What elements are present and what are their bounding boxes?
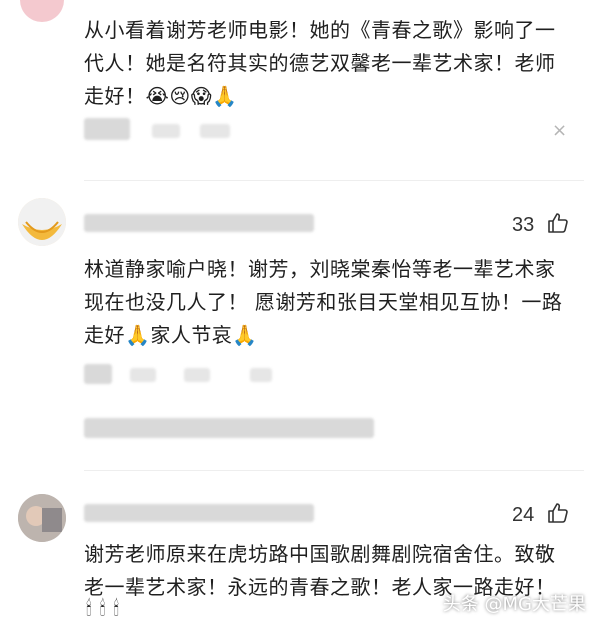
divider <box>84 180 584 181</box>
blurred-meta <box>250 368 272 382</box>
blurred-username <box>84 504 314 522</box>
close-icon[interactable]: × <box>552 120 567 141</box>
candle-emoji-icon: 🕯 <box>86 596 92 620</box>
blurred-username <box>84 214 314 232</box>
avatar[interactable] <box>18 198 66 246</box>
like-count: 33 <box>512 214 535 236</box>
comment-text: 林道静家喻户晓！谢芳，刘晓棠秦怡等老一辈艺术家 现在也没几人了！ 愿谢芳和张目天… <box>84 257 563 347</box>
thumb-up-icon[interactable] <box>546 501 570 525</box>
blurred-meta <box>152 124 180 138</box>
emoji-icon: 🙏 <box>212 84 238 108</box>
avatar[interactable] <box>20 0 64 22</box>
emoji-icon: 😢 <box>169 84 191 108</box>
emoji-icon: 😭 <box>145 84 170 108</box>
divider <box>84 470 584 471</box>
avatar[interactable] <box>18 494 66 542</box>
blurred-meta <box>130 368 156 382</box>
candle-emoji-icon: 🕯 <box>99 596 106 620</box>
like-count: 24 <box>512 504 535 526</box>
candle-emoji-icon: 🕯 <box>113 596 120 620</box>
candle-emoji-row: 🕯 🕯 🕯 <box>86 598 119 619</box>
thumb-up-icon[interactable] <box>546 211 570 235</box>
pray-emoji-icon: 🙏 <box>232 323 258 347</box>
blurred-meta <box>84 418 374 438</box>
pray-emoji-icon: 🙏 <box>125 323 151 347</box>
blurred-meta <box>184 368 210 382</box>
blurred-meta <box>84 364 112 384</box>
comment-text: 从小看着谢芳老师电影！她的《青春之歌》影响了一 代人！她是名符其实的德艺双馨老一… <box>84 18 556 108</box>
avatar-photo-icon <box>18 494 66 542</box>
watermark: 头条 @MG大芒果 <box>442 594 586 615</box>
smile-face-icon <box>18 198 66 246</box>
blurred-meta <box>84 118 130 140</box>
emoji-icon: 😱 <box>190 84 213 108</box>
blurred-meta <box>200 124 230 138</box>
